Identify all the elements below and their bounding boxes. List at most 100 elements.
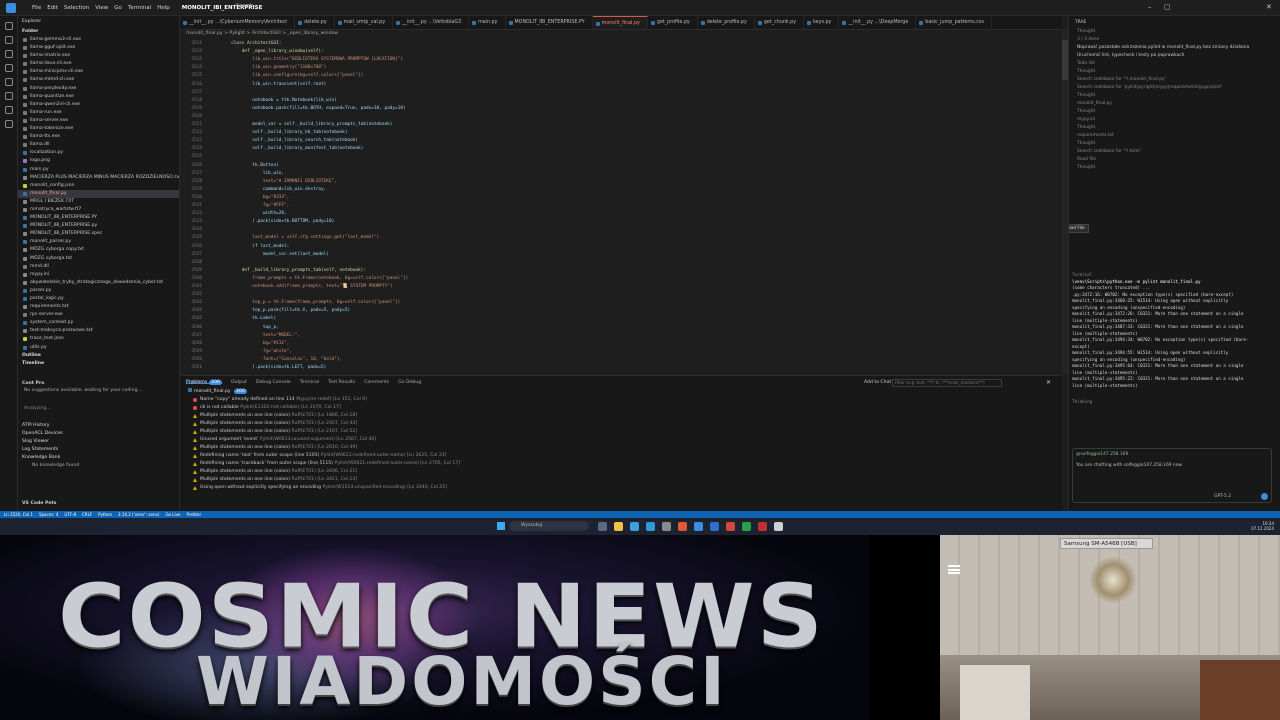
file-item[interactable]: monolit_config.json — [18, 182, 179, 190]
problems-file-header[interactable]: monolit_final.py 200 — [180, 388, 1062, 396]
copilot-section[interactable]: Slog Viewer — [18, 438, 180, 446]
file-item[interactable]: system_context.py — [18, 319, 179, 327]
file-item[interactable]: parser.py — [18, 287, 179, 295]
chat-input[interactable]: @solfeggio147.258.169 You are chatting w… — [1072, 448, 1272, 503]
brave-icon[interactable] — [678, 522, 687, 531]
editor-tab[interactable]: delete_profile.py — [698, 16, 755, 29]
app-icon[interactable] — [662, 522, 671, 531]
file-item[interactable]: llama-tokenize.exe — [18, 125, 179, 133]
panel-tab[interactable]: Terminal — [300, 380, 319, 385]
copilot-section[interactable]: Log Statements — [18, 446, 180, 454]
edge-icon[interactable] — [630, 522, 639, 531]
copilot-header[interactable]: Cont Pro — [18, 380, 180, 387]
file-item[interactable]: llama-perplexity.exe — [18, 85, 179, 93]
file-item[interactable]: mmd.dll — [18, 263, 179, 271]
chrome-icon[interactable] — [646, 522, 655, 531]
chat-step[interactable]: Naprawić pozostałe ostrzeżenia pylint w … — [1069, 44, 1280, 52]
file-item[interactable]: MONOLIT_IBI_ENTERPRISE.spec — [18, 230, 179, 238]
editor-tab[interactable]: delete.py — [295, 16, 335, 29]
file-explorer-icon[interactable] — [614, 522, 623, 531]
status-item[interactable]: CRLF — [82, 512, 92, 517]
chat-step[interactable]: Thought — [1069, 164, 1280, 172]
hamburger-menu-icon[interactable] — [948, 565, 960, 574]
chat-step[interactable]: Thought — [1069, 108, 1280, 116]
problem-item[interactable]: Multiple statements on one line (colon) … — [180, 444, 1062, 452]
folder-section[interactable]: Folder — [18, 28, 179, 36]
task-view-icon[interactable] — [598, 522, 607, 531]
file-item[interactable]: utils.py — [18, 344, 179, 352]
app-icon-green[interactable] — [742, 522, 751, 531]
menu-terminal[interactable]: Terminal — [128, 5, 151, 11]
file-item[interactable]: llama-imatrix.exe — [18, 52, 179, 60]
app-icon-white[interactable] — [774, 522, 783, 531]
status-item[interactable]: Spaces: 4 — [39, 512, 58, 517]
problem-item[interactable]: Multiple statements on one line (colon) … — [180, 412, 1062, 420]
file-item[interactable]: localization.py — [18, 149, 179, 157]
file-item[interactable]: MÓZG cyborga.txt — [18, 255, 179, 263]
chat-step[interactable]: Search codebase for '*\.monolit_final.py… — [1069, 76, 1280, 84]
chat-step[interactable]: Thought — [1069, 28, 1280, 36]
chat-step[interactable]: Read file — [1069, 156, 1280, 164]
maximize-icon[interactable]: ▢ — [1164, 3, 1171, 11]
chat-step[interactable]: Thought — [1069, 68, 1280, 76]
minimize-icon[interactable]: – — [1148, 3, 1152, 11]
file-item[interactable]: monolit_parser.py — [18, 238, 179, 246]
copilot-section[interactable]: OpenACL Devices — [18, 430, 180, 438]
source-control-icon[interactable] — [4, 50, 13, 58]
file-item[interactable]: llama-mtmd-cli.exe — [18, 76, 179, 84]
status-item[interactable]: Prettier — [186, 512, 201, 517]
file-item[interactable]: logo.png — [18, 157, 179, 165]
file-item[interactable]: llama.dll — [18, 141, 179, 149]
problem-item[interactable]: Multiple statements on one line (colon) … — [180, 428, 1062, 436]
file-item[interactable]: llama-quantize.exe — [18, 93, 179, 101]
chat-step[interactable]: Thought — [1069, 124, 1280, 132]
problem-item[interactable]: Using open without explicitly specifying… — [180, 484, 1062, 492]
file-item[interactable]: main.py — [18, 166, 179, 174]
file-item[interactable]: llama-server.exe — [18, 117, 179, 125]
file-item[interactable]: llama-tts.exe — [18, 133, 179, 141]
extensions-icon[interactable] — [4, 78, 13, 86]
search-icon[interactable] — [4, 36, 13, 44]
menu-view[interactable]: View — [95, 5, 108, 11]
problem-item[interactable]: Multiple statements on one line (colon) … — [180, 420, 1062, 428]
testing-icon[interactable] — [4, 92, 13, 100]
chat-step[interactable]: 3 / 3 done — [1069, 36, 1280, 44]
problem-item[interactable]: Redefining name 'traceback' from outer s… — [180, 460, 1062, 468]
status-item[interactable]: Go Live — [165, 512, 180, 517]
status-item[interactable]: Python — [98, 512, 112, 517]
editor-tab[interactable]: get_chunk.py — [755, 16, 805, 29]
add-to-chat-button[interactable]: Add to Chat — [864, 380, 891, 385]
command-search[interactable]: Search — [236, 3, 476, 13]
problem-item[interactable]: Multiple statements on one line (colon) … — [180, 476, 1062, 484]
problem-item[interactable]: Multiple statements on one line (colon) … — [180, 468, 1062, 476]
editor-tab[interactable]: basic_jump_patterns.css — [916, 16, 992, 29]
editor-tab[interactable]: main.py — [469, 16, 506, 29]
panel-tab[interactable]: Test Results — [328, 380, 355, 385]
problem-item[interactable]: Unused argument 'event' Pylint(W0613:unu… — [180, 436, 1062, 444]
menu-go[interactable]: Go — [114, 5, 122, 11]
vscode-pets-section[interactable]: VS Code Pets — [22, 501, 56, 506]
panel-tab[interactable]: Output — [231, 380, 247, 385]
copilot-section[interactable]: Knowledge Bank — [18, 454, 180, 462]
file-item[interactable]: llama-run.exe — [18, 109, 179, 117]
problem-item[interactable]: Redefining name 'root' from outer scope … — [180, 452, 1062, 460]
run-debug-icon[interactable] — [4, 64, 13, 72]
file-item[interactable]: requirements.txt — [18, 303, 179, 311]
file-item[interactable]: trace_test.json — [18, 335, 179, 343]
copilot-icon[interactable] — [4, 120, 13, 128]
timeline-section[interactable]: Timeline — [18, 360, 179, 368]
menu-selection[interactable]: Selection — [64, 5, 89, 11]
file-item[interactable]: llama-qwen2vl-cli.exe — [18, 101, 179, 109]
menu-file[interactable]: File — [32, 5, 41, 11]
file-item[interactable]: llama-gemma3-cli.exe — [18, 36, 179, 44]
status-item[interactable]: Ln 3520, Col 1 — [4, 512, 33, 517]
file-item[interactable]: mmatryca_wartstw.ft7 — [18, 206, 179, 214]
file-item[interactable]: portal_logic.py — [18, 295, 179, 303]
remote-icon[interactable] — [4, 106, 13, 114]
file-item[interactable]: MONOLIT_IBI_ENTERPRISE.PY — [18, 214, 179, 222]
windows-start-icon[interactable] — [497, 522, 505, 530]
file-item[interactable]: MACIERZA PLUS MACIERZA MINUS MACIERZA RO… — [18, 174, 179, 182]
outline-section[interactable]: Outline — [18, 352, 179, 360]
editor-tab[interactable]: keys.py — [804, 16, 840, 29]
editor-tab[interactable]: mail_smtp_cal.py — [335, 16, 394, 29]
